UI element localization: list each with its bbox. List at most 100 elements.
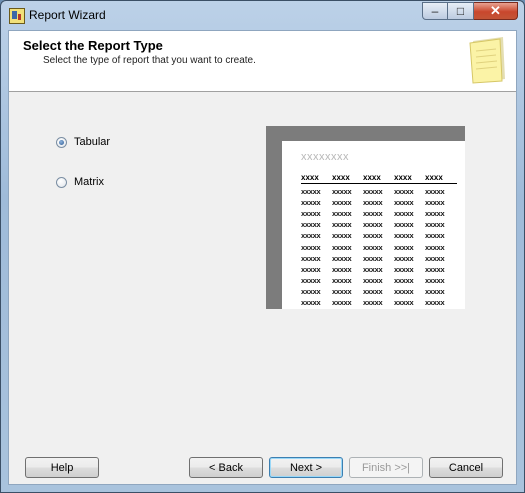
preview-data-cell: xxxxx <box>394 298 414 307</box>
preview-header-cell: xxxx <box>425 173 443 182</box>
radio-matrix[interactable]: Matrix <box>56 176 104 188</box>
preview-data-cell: xxxxx <box>363 209 383 219</box>
finish-button: Finish >>| <box>349 457 423 478</box>
preview-data-cell: xxxxx <box>301 298 321 307</box>
minimize-button[interactable]: – <box>422 2 448 20</box>
preview-data-row: xxxxx xxxxx xxxxx xxxxx xxxxx <box>301 254 457 264</box>
preview-data-cell: xxxxx <box>425 264 445 274</box>
preview-data-cell: xxxxx <box>394 209 414 219</box>
radio-matrix-label: Matrix <box>74 176 104 188</box>
help-button[interactable]: Help <box>25 457 99 478</box>
preview-data-row: xxxxx xxxxx xxxxx xxxxx xxxxx <box>301 209 457 219</box>
preview-data-cell: xxxxx <box>363 286 383 296</box>
page-title: Select the Report Type <box>23 38 163 53</box>
preview-data-cell: xxxxx <box>425 242 445 252</box>
preview-data-cell: xxxxx <box>425 198 445 208</box>
note-icon <box>469 37 505 84</box>
preview-data-cell: xxxxx <box>363 231 383 241</box>
preview-data-cell: xxxxx <box>301 264 321 274</box>
preview-data-row: xxxxx xxxxx xxxxx xxxxx xxxxx <box>301 243 457 253</box>
preview-data-cell: xxxxx <box>332 298 352 307</box>
preview-data-row: xxxxx xxxxx xxxxx xxxxx xxxxx <box>301 231 457 241</box>
preview-header-cell: xxxx <box>394 173 412 182</box>
preview-data-cell: xxxxx <box>332 220 352 230</box>
wizard-header: Select the Report Type Select the type o… <box>9 31 516 92</box>
preview-header-cell: xxxx <box>332 173 350 182</box>
preview-data-cell: xxxxx <box>394 286 414 296</box>
preview-data-cell: xxxxx <box>301 209 321 219</box>
caption-buttons: – □ ✕ <box>422 2 518 20</box>
wizard-body: Select the Report Type Select the type o… <box>8 30 517 485</box>
preview-data-cell: xxxxx <box>363 298 383 307</box>
radio-tabular-label: Tabular <box>74 136 111 148</box>
preview-data-cell: xxxxx <box>425 187 445 196</box>
preview-report-title: xxxxxxxx <box>301 151 349 163</box>
preview-data-cell: xxxxx <box>332 242 352 252</box>
preview-data-cell: xxxxx <box>425 220 445 230</box>
preview-data-cell: xxxxx <box>301 286 321 296</box>
preview-data-cell: xxxxx <box>394 187 414 196</box>
preview-data-row: xxxxx xxxxx xxxxx xxxxx xxxxx <box>301 276 457 286</box>
preview-data-cell: xxxxx <box>425 231 445 241</box>
preview-data-cell: xxxxx <box>425 275 445 285</box>
page-subtitle: Select the type of report that you want … <box>43 55 256 66</box>
preview-data-cell: xxxxx <box>363 242 383 252</box>
preview-data-cell: xxxxx <box>332 286 352 296</box>
preview-data-cell: xxxxx <box>332 209 352 219</box>
close-button[interactable]: ✕ <box>474 2 518 20</box>
radio-tabular[interactable]: Tabular <box>56 136 110 148</box>
preview-data-cell: xxxxx <box>363 264 383 274</box>
next-button[interactable]: Next > <box>269 457 343 478</box>
preview-data-cell: xxxxx <box>332 264 352 274</box>
preview-header-cell: xxxx <box>301 173 319 182</box>
preview-data-cell: xxxxx <box>425 253 445 263</box>
wizard-footer: Help < Back Next > Finish >>| Cancel <box>9 441 516 485</box>
report-wizard-window: Report Wizard – □ ✕ Select the Report Ty… <box>0 0 525 493</box>
window-title: Report Wizard <box>29 8 106 22</box>
preview-data-cell: xxxxx <box>332 198 352 208</box>
preview-data-cell: xxxxx <box>332 231 352 241</box>
preview-header-cell: xxxx <box>363 173 381 182</box>
preview-data-cell: xxxxx <box>394 242 414 252</box>
cancel-button[interactable]: Cancel <box>429 457 503 478</box>
maximize-button[interactable]: □ <box>448 2 474 20</box>
preview-data-cell: xxxxx <box>301 187 321 196</box>
preview-data-cell: xxxxx <box>363 253 383 263</box>
preview-data-row: xxxxx xxxxx xxxxx xxxxx xxxxx <box>301 220 457 230</box>
preview-data-cell: xxxxx <box>394 231 414 241</box>
preview-data-row: xxxxx xxxxx xxxxx xxxxx xxxxx <box>301 287 457 297</box>
preview-data-cell: xxxxx <box>332 187 352 196</box>
title-bar[interactable]: Report Wizard – □ ✕ <box>1 1 524 29</box>
preview-data-cell: xxxxx <box>301 198 321 208</box>
preview-data-cell: xxxxx <box>363 220 383 230</box>
preview-page: xxxxxxxx xxxx xxxx xxxx xxxx xxxx xxxxx x… <box>282 141 465 309</box>
preview-data-cell: xxxxx <box>394 253 414 263</box>
preview-data-row: xxxxx xxxxx xxxxx xxxxx xxxxx <box>301 298 457 308</box>
preview-data-cell: xxxxx <box>363 275 383 285</box>
preview-data-row: xxxxx xxxxx xxxxx xxxxx xxxxx <box>301 198 457 208</box>
preview-data-cell: xxxxx <box>332 275 352 285</box>
preview-data-cell: xxxxx <box>363 198 383 208</box>
preview-data-cell: xxxxx <box>301 253 321 263</box>
preview-data-cell: xxxxx <box>301 242 321 252</box>
preview-data-cell: xxxxx <box>301 275 321 285</box>
report-type-preview: xxxxxxxx xxxx xxxx xxxx xxxx xxxx xxxxx x… <box>266 126 465 309</box>
back-button[interactable]: < Back <box>189 457 263 478</box>
preview-data-cell: xxxxx <box>394 275 414 285</box>
preview-data-cell: xxxxx <box>301 220 321 230</box>
report-wizard-app-icon <box>9 8 25 24</box>
preview-data-cell: xxxxx <box>394 198 414 208</box>
preview-data-cell: xxxxx <box>363 187 383 196</box>
radio-button-checked[interactable] <box>56 136 67 148</box>
preview-data-cell: xxxxx <box>425 286 445 296</box>
preview-data-cell: xxxxx <box>425 209 445 219</box>
preview-header-row: xxxx xxxx xxxx xxxx xxxx <box>301 173 457 184</box>
radio-button-unchecked[interactable] <box>56 176 67 188</box>
preview-data-cell: xxxxx <box>332 253 352 263</box>
preview-data-cell: xxxxx <box>301 231 321 241</box>
preview-data-row: xxxxx xxxxx xxxxx xxxxx xxxxx <box>301 265 457 275</box>
preview-data-cell: xxxxx <box>425 298 445 307</box>
preview-data-cell: xxxxx <box>394 264 414 274</box>
preview-data-row: xxxxx xxxxx xxxxx xxxxx xxxxx <box>301 187 457 197</box>
preview-data-cell: xxxxx <box>394 220 414 230</box>
